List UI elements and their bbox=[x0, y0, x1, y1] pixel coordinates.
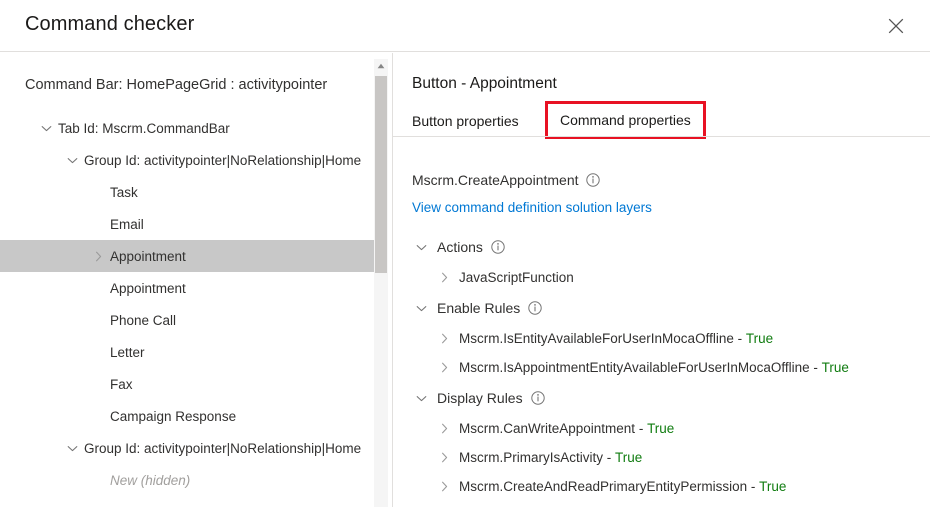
tree-item-label: Phone Call bbox=[110, 312, 177, 328]
rule-item[interactable]: Mscrm.IsEntityAvailableForUserInMocaOffl… bbox=[393, 324, 930, 353]
chevron-down-icon[interactable] bbox=[38, 120, 54, 136]
button-title: Button - Appointment bbox=[412, 75, 557, 92]
command-checker-dialog: Command checker Command Bar: HomePageGri… bbox=[0, 0, 930, 507]
command-bar-tree-panel: Command Bar: HomePageGrid : activitypoin… bbox=[0, 53, 392, 507]
chevron-down-icon[interactable] bbox=[64, 440, 80, 456]
tab-divider bbox=[393, 136, 930, 137]
chevron-down-icon[interactable] bbox=[413, 300, 429, 316]
rule-name: Mscrm.IsEntityAvailableForUserInMocaOffl… bbox=[459, 331, 734, 346]
tree-item-label: Group Id: activitypointer|NoRelationship… bbox=[84, 440, 362, 456]
tab-command-properties[interactable]: Command properties bbox=[545, 101, 706, 139]
command-name-row: Mscrm.CreateAppointment bbox=[412, 172, 600, 188]
rule-separator: - bbox=[635, 421, 648, 436]
tree-item[interactable]: Fax bbox=[0, 368, 374, 400]
tree-item-label: Appointment bbox=[110, 280, 186, 296]
chevron-right-icon[interactable] bbox=[437, 451, 451, 465]
scrollbar-thumb[interactable] bbox=[375, 76, 387, 273]
tree-item[interactable]: New (hidden) bbox=[0, 464, 374, 496]
rule-result: True bbox=[745, 331, 774, 346]
command-bar-label: Command Bar: HomePageGrid : activitypoin… bbox=[25, 77, 328, 93]
close-icon bbox=[888, 18, 904, 34]
chevron-right-icon[interactable] bbox=[437, 422, 451, 436]
rule-item[interactable]: Mscrm.PrimaryIsActivity - True bbox=[393, 443, 930, 472]
tree-item[interactable]: Appointment bbox=[0, 272, 374, 304]
tab-button-properties[interactable]: Button properties bbox=[412, 105, 519, 136]
chevron-right-icon[interactable] bbox=[437, 271, 451, 285]
tree-item-label: Fax bbox=[110, 376, 133, 392]
command-tree[interactable]: Tab Id: Mscrm.CommandBar Group Id: activi… bbox=[0, 112, 374, 507]
tree-item-label: Appointment bbox=[110, 248, 186, 264]
tree-item[interactable]: Task bbox=[0, 176, 374, 208]
rule-separator: - bbox=[747, 479, 760, 494]
chevron-right-icon[interactable] bbox=[437, 332, 451, 346]
rule-result: True bbox=[821, 360, 849, 375]
rule-name: JavaScriptFunction bbox=[459, 270, 574, 285]
rule-result: True bbox=[615, 450, 643, 465]
dialog-header: Command checker bbox=[0, 0, 930, 52]
chevron-down-icon[interactable] bbox=[413, 239, 429, 255]
rule-name: Mscrm.PrimaryIsActivity bbox=[459, 450, 603, 465]
tree-item-label: Group Id: activitypointer|NoRelationship… bbox=[84, 152, 362, 168]
page-title: Command checker bbox=[25, 13, 195, 35]
tree-item[interactable]: Email bbox=[0, 208, 374, 240]
scroll-up-arrow-icon[interactable] bbox=[374, 59, 388, 73]
rules-sections: Actions JavaScriptFunction Enable Rules Msc… bbox=[393, 231, 930, 501]
rule-separator: - bbox=[809, 360, 822, 375]
rule-item[interactable]: Mscrm.CanWriteAppointment - True bbox=[393, 414, 930, 443]
chevron-down-icon[interactable] bbox=[413, 390, 429, 406]
tree-item-label: Email bbox=[110, 216, 144, 232]
section-title: Enable Rules bbox=[437, 300, 521, 316]
button-details-panel: Button - Appointment Button properties Co… bbox=[393, 53, 930, 507]
properties-tablist: Button properties Command properties bbox=[393, 101, 930, 139]
rule-separator: - bbox=[733, 331, 746, 346]
info-circle-icon[interactable] bbox=[491, 240, 505, 254]
chevron-right-icon[interactable] bbox=[437, 361, 451, 375]
command-name: Mscrm.CreateAppointment bbox=[412, 172, 579, 188]
section-header[interactable]: Display Rules bbox=[393, 382, 930, 414]
tree-item-label: New (hidden) bbox=[110, 472, 191, 488]
section-title: Actions bbox=[437, 239, 483, 255]
view-solution-layers-link[interactable]: View command definition solution layers bbox=[412, 200, 652, 215]
tree-item-label: Task bbox=[110, 184, 138, 200]
tree-item[interactable]: Letter bbox=[0, 336, 374, 368]
rule-name: Mscrm.CanWriteAppointment bbox=[459, 421, 636, 436]
info-circle-icon[interactable] bbox=[585, 173, 600, 187]
rule-item[interactable]: Mscrm.CreateAndReadPrimaryEntityPermissi… bbox=[393, 472, 930, 501]
chevron-down-icon[interactable] bbox=[64, 152, 80, 168]
info-circle-icon[interactable] bbox=[530, 391, 545, 405]
chevron-right-icon[interactable] bbox=[90, 248, 106, 264]
chevron-right-icon[interactable] bbox=[437, 480, 451, 494]
tab-label: Command properties bbox=[560, 112, 691, 128]
section-header[interactable]: Actions bbox=[393, 231, 930, 263]
close-button[interactable] bbox=[876, 7, 916, 45]
info-circle-icon[interactable] bbox=[528, 301, 542, 315]
tree-item[interactable]: Appointment bbox=[0, 240, 374, 272]
rule-result: True bbox=[647, 421, 675, 436]
tree-item[interactable]: Tab Id: Mscrm.CommandBar bbox=[0, 112, 374, 144]
tab-label: Button properties bbox=[412, 112, 519, 129]
tree-item-label: Tab Id: Mscrm.CommandBar bbox=[58, 120, 230, 136]
tree-item-label: Campaign Response bbox=[110, 408, 237, 424]
section-header[interactable]: Enable Rules bbox=[393, 292, 930, 324]
tree-item[interactable]: Phone Call bbox=[0, 304, 374, 336]
tree-scrollbar[interactable] bbox=[374, 59, 388, 507]
tree-item[interactable]: Group Id: activitypointer|NoRelationship… bbox=[0, 432, 374, 464]
rule-result: True bbox=[759, 479, 787, 494]
rule-separator: - bbox=[603, 450, 615, 465]
tree-item-label: Letter bbox=[110, 344, 145, 360]
rule-name: Mscrm.CreateAndReadPrimaryEntityPermissi… bbox=[459, 479, 748, 494]
tree-item[interactable]: Campaign Response bbox=[0, 400, 374, 432]
section-title: Display Rules bbox=[437, 390, 523, 406]
rule-name: Mscrm.IsAppointmentEntityAvailableForUse… bbox=[459, 360, 810, 375]
rule-item[interactable]: Mscrm.IsAppointmentEntityAvailableForUse… bbox=[393, 353, 930, 382]
rule-item[interactable]: JavaScriptFunction bbox=[393, 263, 930, 292]
tree-item[interactable]: Group Id: activitypointer|NoRelationship… bbox=[0, 144, 374, 176]
